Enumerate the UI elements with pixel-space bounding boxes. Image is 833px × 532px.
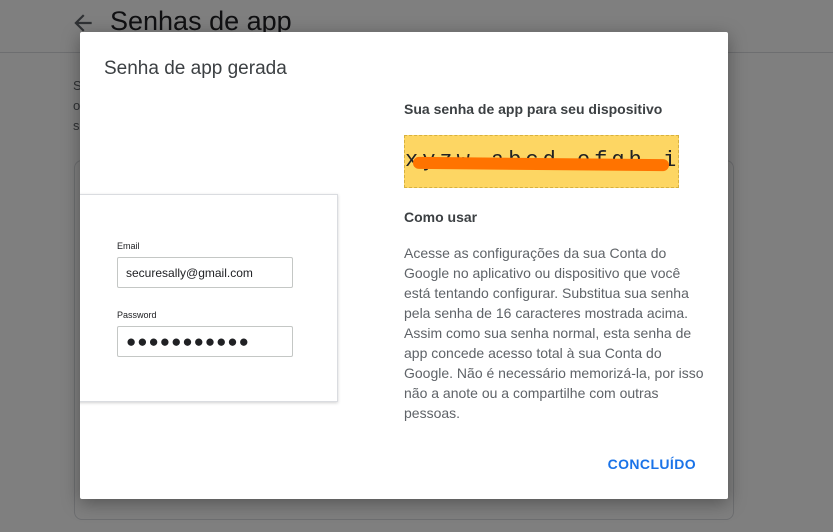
app-password-dialog: Senha de app gerada Email securesally@gm… bbox=[80, 32, 728, 499]
illustration-password-field: ●●●●●●●●●●● bbox=[117, 326, 293, 357]
instructions-text: Acesse as configurações da sua Conta do … bbox=[404, 245, 704, 421]
how-to-heading: Como usar bbox=[404, 209, 478, 225]
done-button[interactable]: CONCLUÍDO bbox=[608, 454, 696, 474]
illustration-email-label: Email bbox=[117, 241, 140, 251]
login-illustration: Email securesally@gmail.com Password ●●●… bbox=[80, 194, 338, 402]
dialog-title: Senha de app gerada bbox=[104, 58, 287, 79]
password-heading: Sua senha de app para seu dispositivo bbox=[404, 101, 663, 117]
redaction-mark bbox=[412, 156, 670, 172]
generated-password-box[interactable]: xyzw abcd efgh ijkl bbox=[404, 135, 679, 188]
illustration-email-field: securesally@gmail.com bbox=[117, 257, 293, 288]
illustration-password-label: Password bbox=[117, 310, 157, 320]
